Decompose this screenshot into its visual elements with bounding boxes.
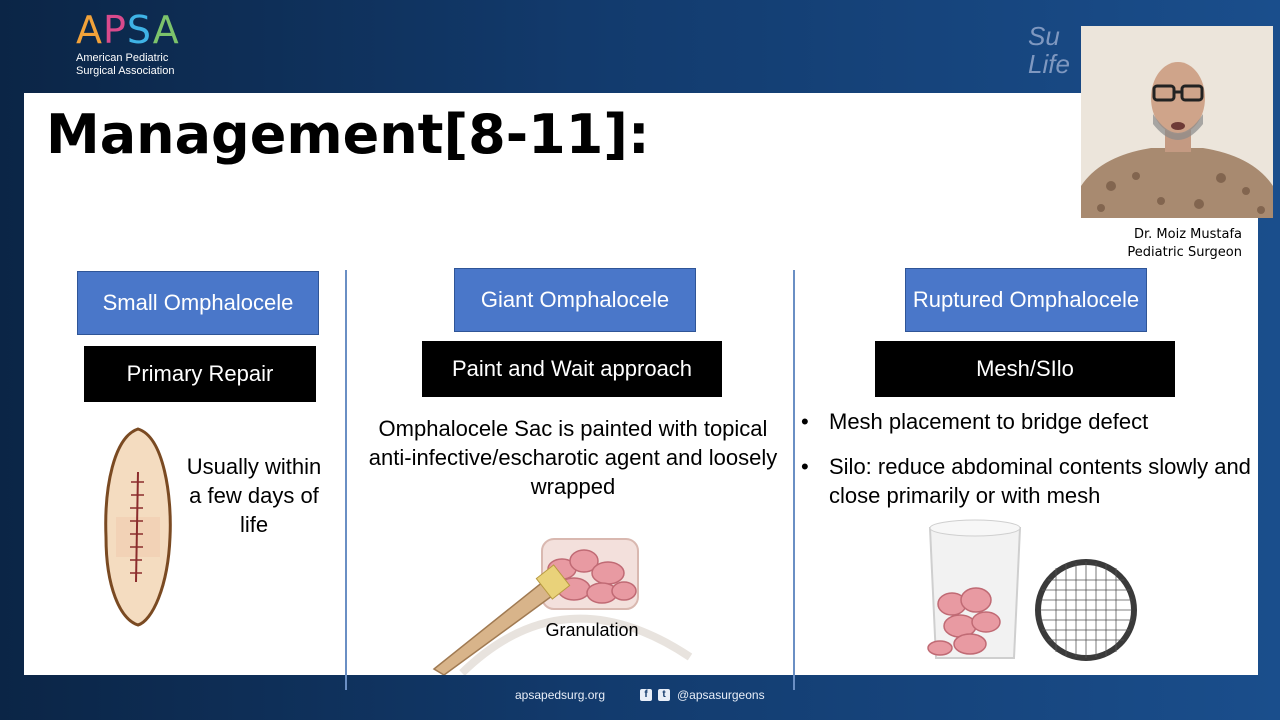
primary-repair-box: Primary Repair	[84, 346, 316, 402]
slide-title: Management[8-11]:	[46, 103, 650, 166]
logo-letter: S	[126, 8, 153, 52]
speaker-name: Dr. Moiz Mustafa	[1134, 227, 1242, 242]
sutured-incision-illustration	[104, 427, 172, 627]
logo-wordmark: APSA	[76, 10, 216, 50]
bullet-item: Mesh placement to bridge defect	[797, 407, 1257, 436]
silo-and-mesh-illustration	[927, 519, 1137, 661]
column-divider	[793, 270, 795, 690]
logo-letter: A	[152, 8, 180, 52]
ruptured-omphalocele-header: Ruptured Omphalocele	[905, 268, 1147, 332]
apsa-logo: APSA American Pediatric Surgical Associa…	[76, 10, 216, 78]
facebook-icon[interactable]: f	[640, 689, 652, 701]
giant-omphalocele-header: Giant Omphalocele	[454, 268, 696, 332]
logo-subtitle-line2: Surgical Association	[76, 65, 175, 77]
logo-letter: P	[103, 8, 127, 52]
small-omphalocele-header: Small Omphalocele	[77, 271, 319, 335]
website-link[interactable]: apsapedsurg.org	[515, 688, 605, 702]
speaker-caption: Dr. Moiz Mustafa Pediatric Surgeon	[1127, 226, 1242, 262]
ruptured-omphalocele-bullets: Mesh placement to bridge defect Silo: re…	[797, 407, 1257, 526]
paint-and-wait-box: Paint and Wait approach	[422, 341, 722, 397]
logo-letter: A	[76, 8, 103, 52]
column-divider	[345, 270, 347, 690]
slide: Management[8-11]: Small Omphalocele Prim…	[24, 93, 1258, 690]
speaker-role: Pediatric Surgeon	[1127, 245, 1242, 260]
social-handle[interactable]: @apsasurgeons	[677, 688, 765, 702]
footer: apsapedsurg.org f t @apsasurgeons	[0, 688, 1280, 708]
paint-and-wait-illustration	[432, 538, 693, 675]
bullet-item: Silo: reduce abdominal contents slowly a…	[797, 452, 1257, 510]
twitter-icon[interactable]: t	[658, 689, 670, 701]
small-omphalocele-note: Usually within a few days of life	[186, 454, 322, 537]
granulation-label: Granulation	[545, 620, 639, 640]
logo-subtitle-line1: American Pediatric	[76, 52, 169, 64]
speaker-portrait	[1081, 26, 1273, 218]
giant-omphalocele-note: Omphalocele Sac is painted with topical …	[368, 416, 778, 499]
mesh-silo-box: Mesh/SIlo	[875, 341, 1175, 397]
speaker-video	[1081, 26, 1273, 218]
